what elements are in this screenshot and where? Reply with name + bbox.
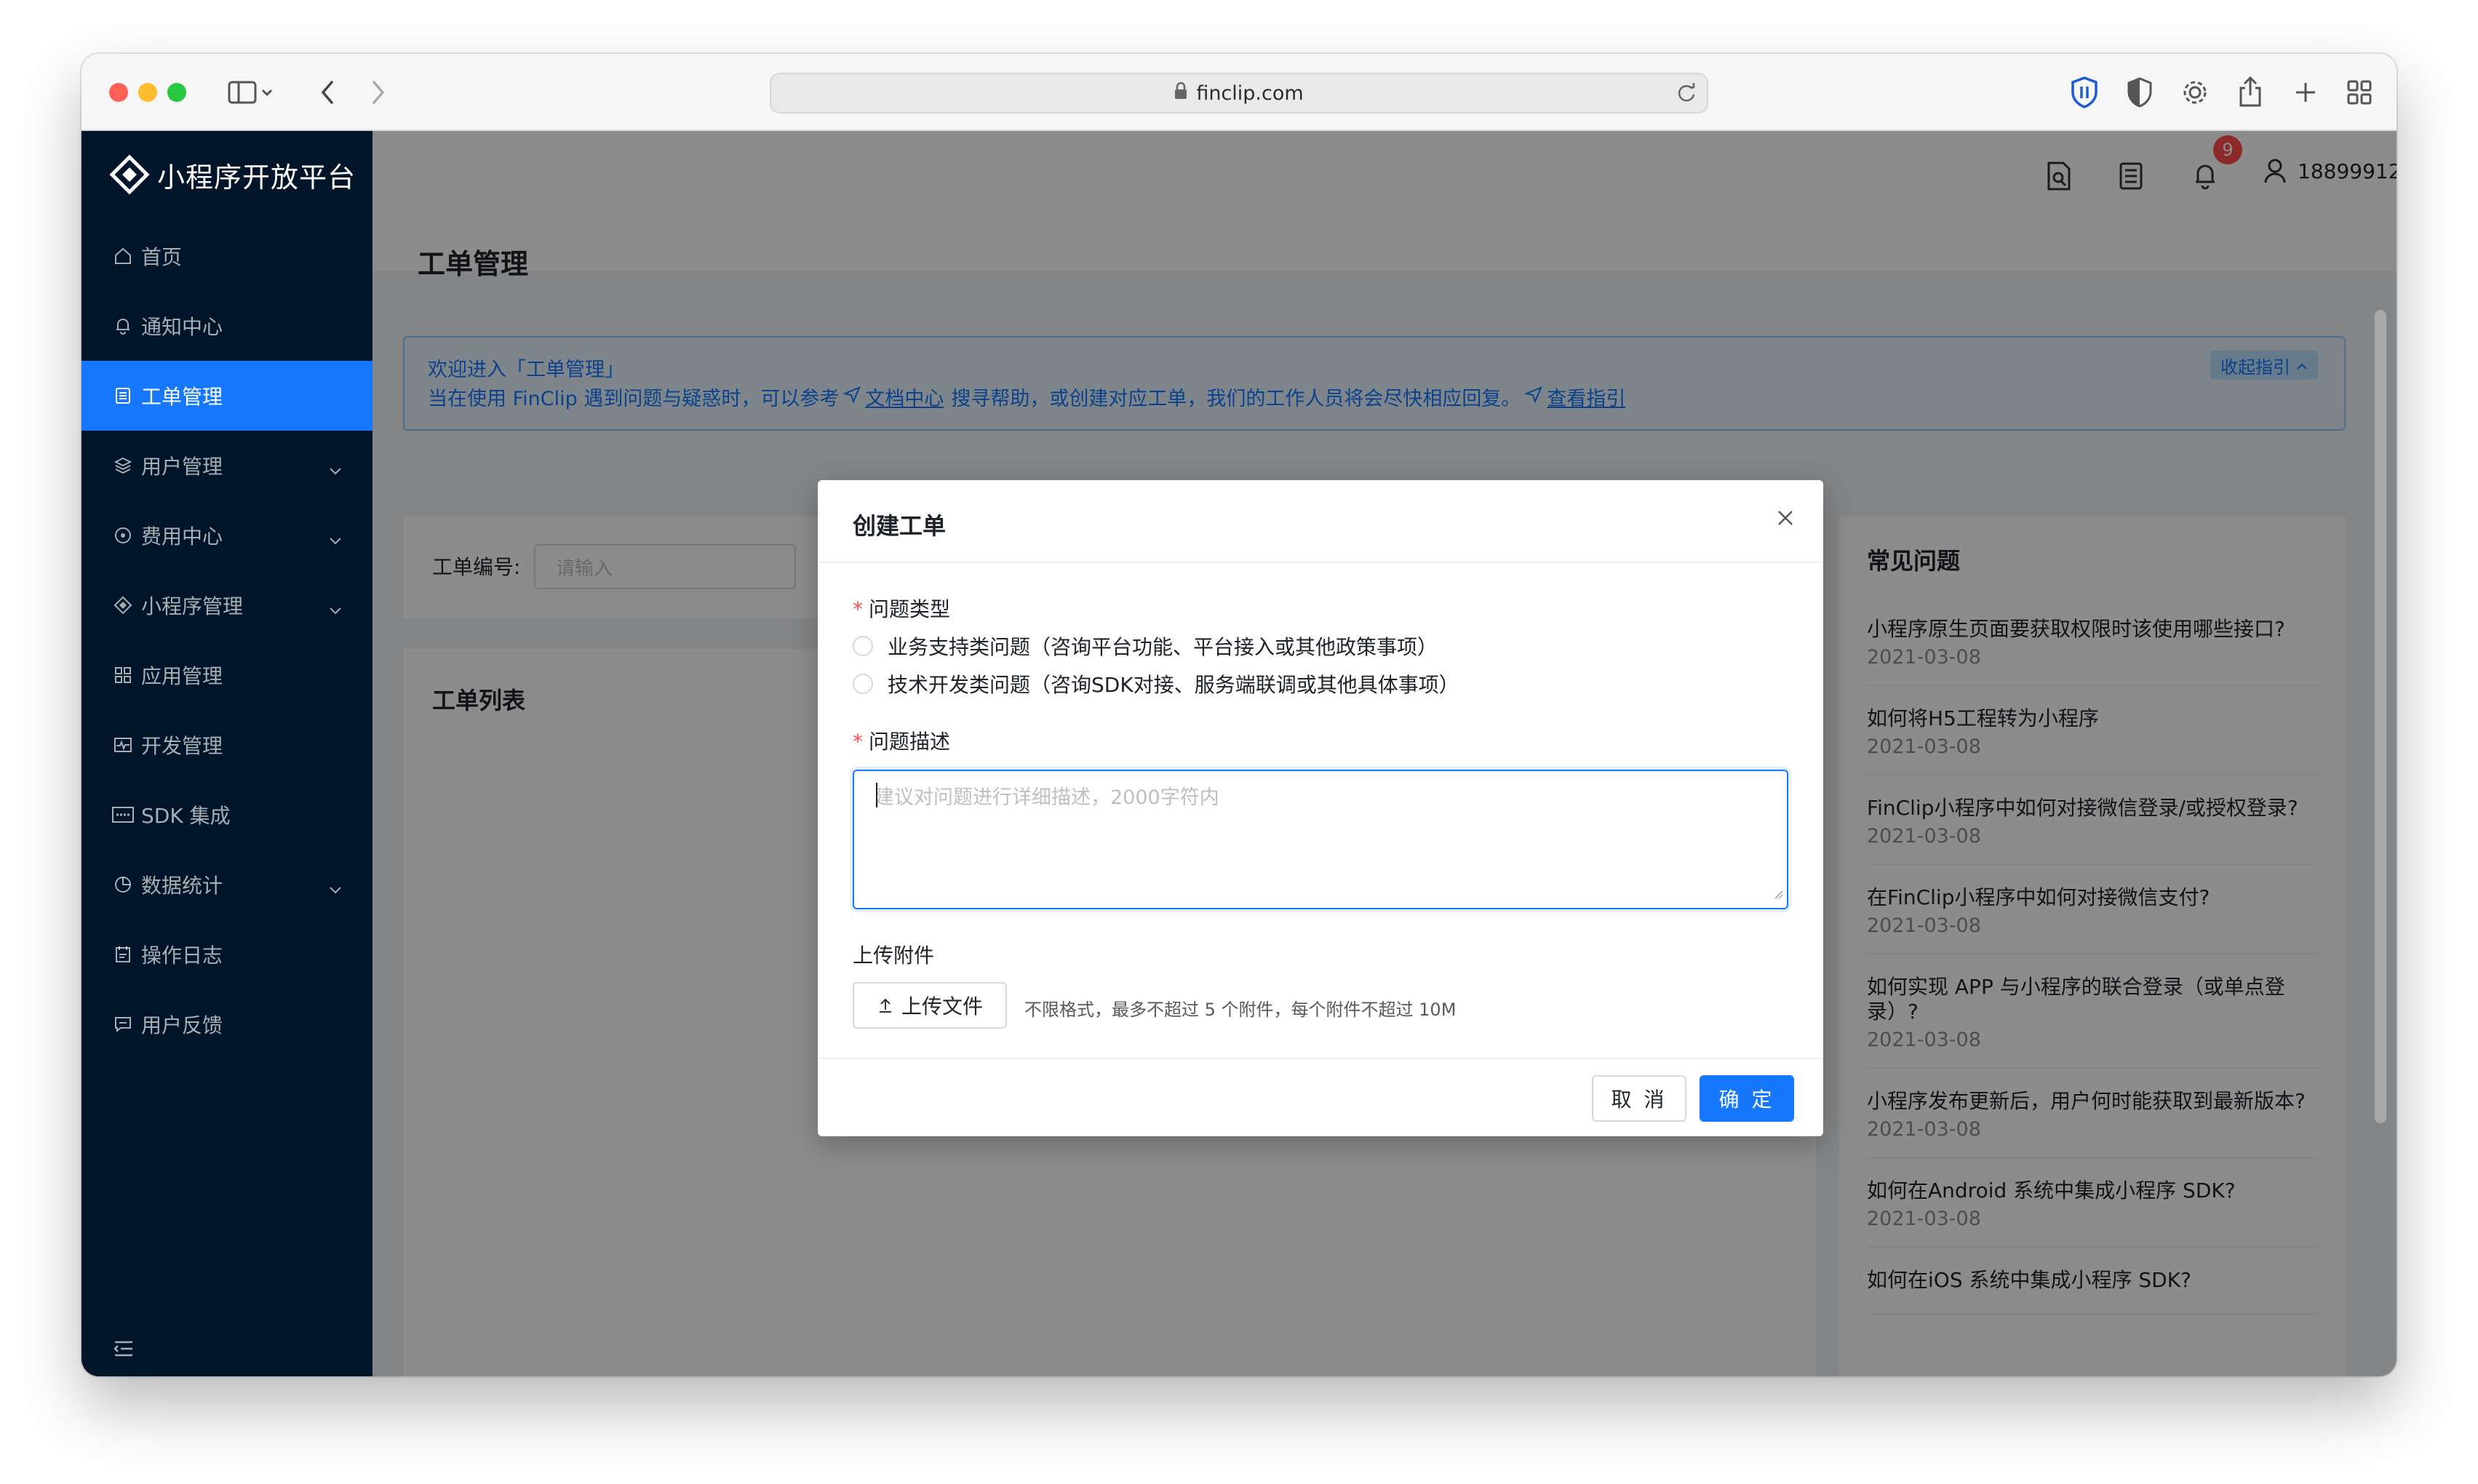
sidebar-item-label: 开发管理 xyxy=(141,734,223,758)
sidebar-item-sdk[interactable]: SDK 集成 xyxy=(81,780,373,850)
cancel-button[interactable]: 取 消 xyxy=(1592,1075,1686,1122)
back-icon[interactable] xyxy=(313,76,342,109)
sidebar-item-app-management[interactable]: 应用管理 xyxy=(81,640,373,710)
sidebar-item-home[interactable]: 首页 xyxy=(81,221,373,291)
settings-gear-icon[interactable] xyxy=(2178,76,2212,109)
create-ticket-modal: 创建工单 * 问题类型 业务支持类问题（咨询平台功能、平台接入或其他政策事项） 技… xyxy=(818,480,1823,1136)
sidebar-item-label: 首页 xyxy=(141,245,183,269)
chevron-down-icon xyxy=(329,597,342,621)
page-scrollbar[interactable] xyxy=(2375,310,2386,1123)
chevron-down-icon xyxy=(329,457,342,481)
app-logo-text: 小程序开放平台 xyxy=(157,161,356,194)
chevron-down-icon xyxy=(329,876,342,900)
pie-icon xyxy=(112,874,134,895)
pulse-icon xyxy=(112,734,134,756)
menu-collapse-icon[interactable] xyxy=(113,1340,134,1360)
new-tab-icon[interactable] xyxy=(2289,76,2322,109)
sidebar: 小程序开放平台 首页 通知中心 工单管理 用户管理 费用中心 小程序管理 应用管… xyxy=(81,131,373,1376)
close-icon[interactable] xyxy=(1777,509,1794,530)
question-type-text: 问题类型 xyxy=(869,597,951,621)
diamond-icon xyxy=(112,594,134,616)
sidebar-menu: 首页 通知中心 工单管理 用户管理 费用中心 小程序管理 应用管理 开发管理 S… xyxy=(81,221,373,1059)
browser-window: finclip.com 小程序开放平台 首页 通知中心 工单管理 用户管理 费用… xyxy=(81,54,2397,1376)
radio-label[interactable]: 技术开发类问题（咨询SDK对接、服务端联调或其他具体事项） xyxy=(888,669,1459,698)
feedback-icon xyxy=(112,1013,134,1035)
lock-icon xyxy=(1174,81,1187,105)
upload-hint: 不限格式，最多不超过 5 个附件，每个附件不超过 10M xyxy=(1024,1000,1457,1020)
sidebar-item-dev-management[interactable]: 开发管理 xyxy=(81,710,373,780)
url-text: finclip.com xyxy=(1196,81,1304,105)
resize-handle-icon[interactable] xyxy=(1772,882,1784,905)
sidebar-item-label: 应用管理 xyxy=(141,664,223,688)
coin-icon xyxy=(112,524,134,546)
sidebar-item-notifications[interactable]: 通知中心 xyxy=(81,291,373,361)
sidebar-item-label: 用户管理 xyxy=(141,455,223,479)
sidebar-item-statistics[interactable]: 数据统计 xyxy=(81,850,373,919)
sidebar-item-feedback[interactable]: 用户反馈 xyxy=(81,989,373,1059)
upload-file-label: 上传文件 xyxy=(901,994,983,1018)
sidebar-item-label: 操作日志 xyxy=(141,944,223,968)
reload-icon[interactable] xyxy=(1676,83,1697,108)
layers-icon xyxy=(112,455,134,476)
sidebar-item-label: 费用中心 xyxy=(141,524,223,548)
sidebar-toggle-icon[interactable] xyxy=(224,76,278,109)
upload-icon xyxy=(879,998,891,1013)
zoom-window-button[interactable] xyxy=(167,83,186,102)
required-mark: * xyxy=(853,730,863,754)
app-logo[interactable]: 小程序开放平台 xyxy=(109,153,356,196)
modal-footer: 取 消 确 定 xyxy=(818,1058,1823,1136)
modal-header: 创建工单 xyxy=(818,480,1823,563)
log-icon xyxy=(112,944,134,965)
sidebar-item-label: 小程序管理 xyxy=(141,594,244,618)
radio-business-support[interactable]: 业务支持类问题（咨询平台功能、平台接入或其他政策事项） xyxy=(853,631,1438,661)
sidebar-item-miniprogram-management[interactable]: 小程序管理 xyxy=(81,570,373,640)
home-icon xyxy=(112,245,134,267)
confirm-button[interactable]: 确 定 xyxy=(1700,1075,1794,1122)
sidebar-item-user-management[interactable]: 用户管理 xyxy=(81,431,373,500)
privacy-shield-icon[interactable] xyxy=(2123,76,2156,109)
question-description-text: 问题描述 xyxy=(869,730,951,754)
ticket-icon xyxy=(112,385,134,407)
radio-circle[interactable] xyxy=(853,636,873,656)
radio-technical-development[interactable]: 技术开发类问题（咨询SDK对接、服务端联调或其他具体事项） xyxy=(853,669,1459,698)
sdk-icon xyxy=(112,804,134,826)
sidebar-item-label: 工单管理 xyxy=(141,385,223,409)
sidebar-item-label: SDK 集成 xyxy=(141,804,231,828)
question-description-label: * 问题描述 xyxy=(853,726,950,755)
chevron-down-icon xyxy=(329,527,342,551)
attachment-label: 上传附件 xyxy=(853,944,935,968)
address-bar[interactable]: finclip.com xyxy=(770,73,1708,113)
required-mark: * xyxy=(853,597,863,621)
sidebar-item-label: 用户反馈 xyxy=(141,1013,223,1037)
bell-icon xyxy=(112,315,134,337)
sidebar-item-operation-log[interactable]: 操作日志 xyxy=(81,919,373,989)
question-description-textarea[interactable]: 建议对问题进行详细描述，2000字符内 xyxy=(853,770,1788,909)
sidebar-item-label: 数据统计 xyxy=(141,874,223,898)
forward-icon[interactable] xyxy=(364,76,393,109)
close-window-button[interactable] xyxy=(109,83,128,102)
upload-file-button[interactable]: 上传文件 xyxy=(853,982,1007,1029)
text-caret xyxy=(876,783,877,807)
minimize-window-button[interactable] xyxy=(138,83,157,102)
browser-toolbar: finclip.com xyxy=(81,54,2397,131)
logo-diamond-icon xyxy=(109,154,150,195)
modal-title: 创建工单 xyxy=(853,512,947,540)
question-type-label: * 问题类型 xyxy=(853,594,950,623)
sidebar-item-tickets[interactable]: 工单管理 xyxy=(81,361,373,431)
grid-icon xyxy=(112,664,134,686)
sidebar-item-billing[interactable]: 费用中心 xyxy=(81,500,373,570)
radio-circle[interactable] xyxy=(853,674,873,694)
sidebar-item-label: 通知中心 xyxy=(141,315,223,339)
radio-label[interactable]: 业务支持类问题（咨询平台功能、平台接入或其他政策事项） xyxy=(888,631,1438,661)
textarea-placeholder: 建议对问题进行详细描述，2000字符内 xyxy=(875,786,1219,809)
password-manager-icon[interactable] xyxy=(2068,76,2101,109)
share-icon[interactable] xyxy=(2234,76,2267,109)
tab-overview-icon[interactable] xyxy=(2343,76,2376,109)
